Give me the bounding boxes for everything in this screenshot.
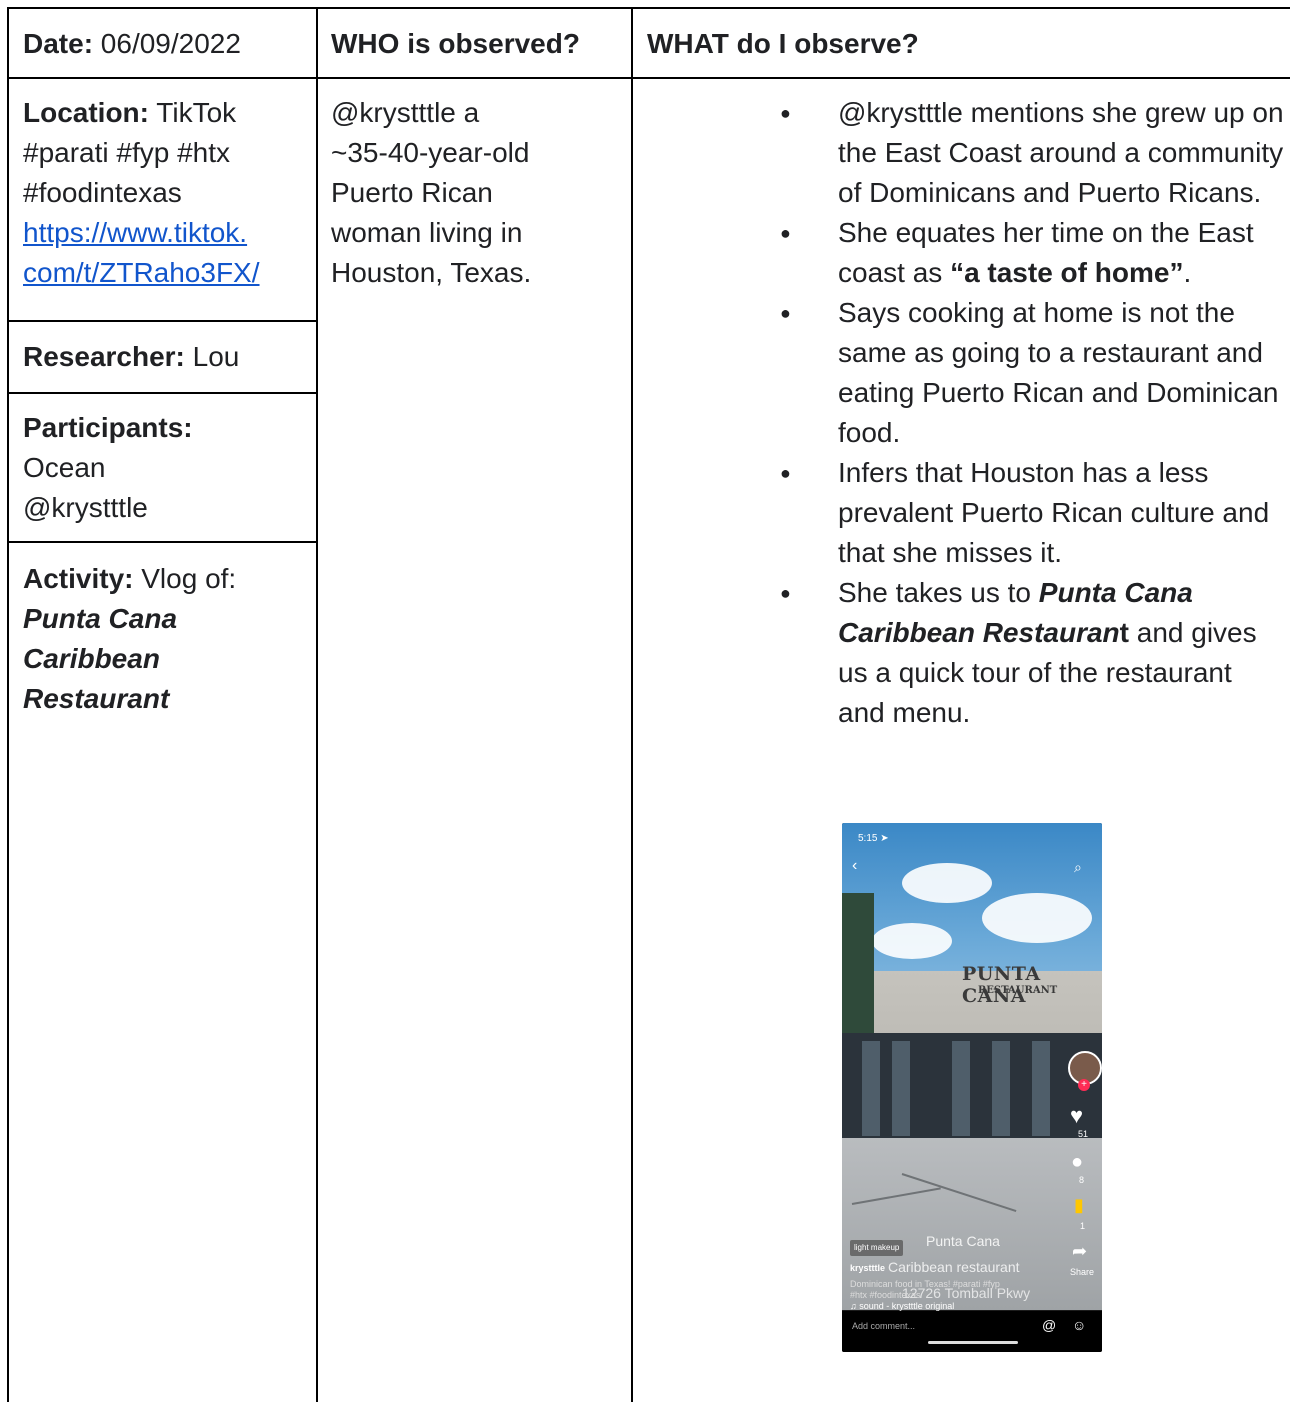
search-icon[interactable]: ⌕: [1074, 859, 1082, 876]
who-line-1: @krystttle a: [331, 97, 480, 128]
researcher-cell: Researcher: Lou: [23, 337, 239, 377]
comment-icon[interactable]: ●: [1071, 1151, 1083, 1174]
back-icon[interactable]: ‹: [852, 857, 857, 875]
observation-quote-close: ”: [1169, 257, 1184, 288]
mention-icon[interactable]: @: [1042, 1317, 1056, 1333]
observation-item-2: She equates her time on the East coast a…: [780, 213, 1286, 293]
activity-place-line-1: Punta Cana: [23, 603, 178, 634]
left-row-divider-1: [7, 320, 318, 322]
participants-label: Participants:: [23, 412, 193, 443]
tiktok-screenshot: PUNTA CANA RESTAURANT 5:15 ➤ ‹ ⌕ + ♥ 51 …: [842, 823, 1102, 1352]
researcher-value: Lou: [192, 341, 240, 372]
column-divider-2: [631, 7, 633, 1402]
home-indicator: [928, 1341, 1018, 1344]
observation-item-3: Says cooking at home is not the same as …: [780, 293, 1286, 453]
date-value: 06/09/2022: [100, 28, 241, 59]
observation-restaurant-t: t: [1119, 617, 1129, 648]
share-icon[interactable]: ➦: [1072, 1241, 1087, 1262]
table-border-left: [7, 7, 9, 1402]
who-header: WHO is observed?: [331, 28, 580, 59]
date-cell: Date: 06/09/2022: [23, 24, 241, 64]
activity-value: Vlog of:: [141, 563, 237, 594]
location-label: Location:: [23, 97, 149, 128]
sound-info[interactable]: ♫ sound - krystttle original: [850, 1301, 954, 1311]
video-description-2: #htx #foodintexas: [850, 1290, 921, 1300]
observation-quote-bold: a taste of home: [964, 257, 1170, 288]
share-label: Share: [1070, 1267, 1095, 1277]
comments-count: 8: [1079, 1175, 1085, 1185]
who-line-5: Houston, Texas.: [331, 257, 532, 288]
effect-chip[interactable]: light makeup: [850, 1240, 904, 1256]
add-comment-input[interactable]: Add comment...: [852, 1321, 915, 1331]
overlay-title: Punta Cana: [926, 1233, 1000, 1249]
observation-text-4: Infers that Houston has a less prevalent…: [838, 457, 1270, 568]
participants-cell: Participants: Ocean @krystttle: [23, 408, 193, 528]
participant-ocean: Ocean: [23, 452, 106, 483]
observation-item-1: @krystttle mentions she grew up on the E…: [780, 93, 1286, 213]
cloud: [872, 923, 952, 959]
activity-label: Activity:: [23, 563, 134, 594]
follow-plus-icon[interactable]: +: [1078, 1079, 1090, 1091]
who-line-2: ~35-40-year-old: [331, 137, 530, 168]
cloud: [982, 893, 1092, 943]
observation-text-3: Says cooking at home is not the same as …: [838, 297, 1279, 448]
observation-quote-open: “: [950, 257, 965, 288]
table-border-top: [7, 7, 1290, 9]
date-label: Date:: [23, 28, 94, 59]
column-divider-1: [316, 7, 318, 1402]
bookmark-icon[interactable]: ▮: [1074, 1195, 1084, 1216]
who-line-3: Puerto Rican: [331, 177, 493, 208]
hashtags-line-2: #foodintexas: [23, 177, 182, 208]
sound-text: sound - krystttle original: [859, 1301, 955, 1311]
left-row-divider-3: [7, 541, 318, 543]
storefront-windows: [842, 1033, 1102, 1138]
status-time-text: 5:15: [858, 833, 878, 844]
left-row-divider-2: [7, 392, 318, 394]
likes-count: 51: [1078, 1129, 1089, 1139]
location-cell: Location: TikTok #parati #fyp #htx #food…: [23, 93, 308, 293]
video-description-1: Dominican food in Texas! #parati #fyp: [850, 1279, 1000, 1289]
activity-place-line-2: Caribbean: [23, 643, 160, 674]
cloud: [902, 863, 992, 903]
observation-text-5-pre: She takes us to: [838, 577, 1039, 608]
tiktok-link-part-2[interactable]: com/t/ZTRaho3FX/: [23, 257, 260, 288]
username[interactable]: krystttle: [850, 1263, 885, 1273]
observation-text-2-post: .: [1183, 257, 1192, 288]
saves-count: 1: [1080, 1221, 1086, 1231]
tiktok-link-part-1[interactable]: https://www.tiktok.: [23, 217, 247, 248]
hashtags-line-1: #parati #fyp #htx: [23, 137, 231, 168]
activity-place-line-3: Restaurant: [23, 683, 170, 714]
who-line-4: woman living in: [331, 217, 523, 248]
observation-item-4: Infers that Houston has a less prevalent…: [780, 453, 1286, 573]
status-time: 5:15 ➤: [858, 833, 889, 844]
emoji-icon[interactable]: ☺: [1072, 1317, 1086, 1333]
participant-krystttle: @krystttle: [23, 492, 148, 523]
location-value: TikTok: [156, 97, 237, 128]
observation-text-1: @krystttle mentions she grew up on the E…: [838, 97, 1284, 208]
observation-item-5: She takes us to Punta Cana Caribbean Res…: [780, 573, 1286, 733]
comment-bar: Add comment... @ ☺: [842, 1311, 1102, 1352]
observation-list: @krystttle mentions she grew up on the E…: [780, 93, 1286, 733]
heart-icon[interactable]: ♥: [1070, 1103, 1083, 1129]
researcher-label: Researcher:: [23, 341, 185, 372]
activity-cell: Activity: Vlog of: Punta Cana Caribbean …: [23, 559, 236, 719]
what-header: WHAT do I observe?: [647, 28, 919, 59]
header-row-divider: [7, 77, 1290, 79]
overlay-subtitle: Caribbean restaurant: [888, 1259, 1020, 1275]
restaurant-sign-sub: RESTAURANT: [978, 985, 1058, 996]
who-description: @krystttle a ~35-40-year-old Puerto Rica…: [331, 93, 621, 293]
